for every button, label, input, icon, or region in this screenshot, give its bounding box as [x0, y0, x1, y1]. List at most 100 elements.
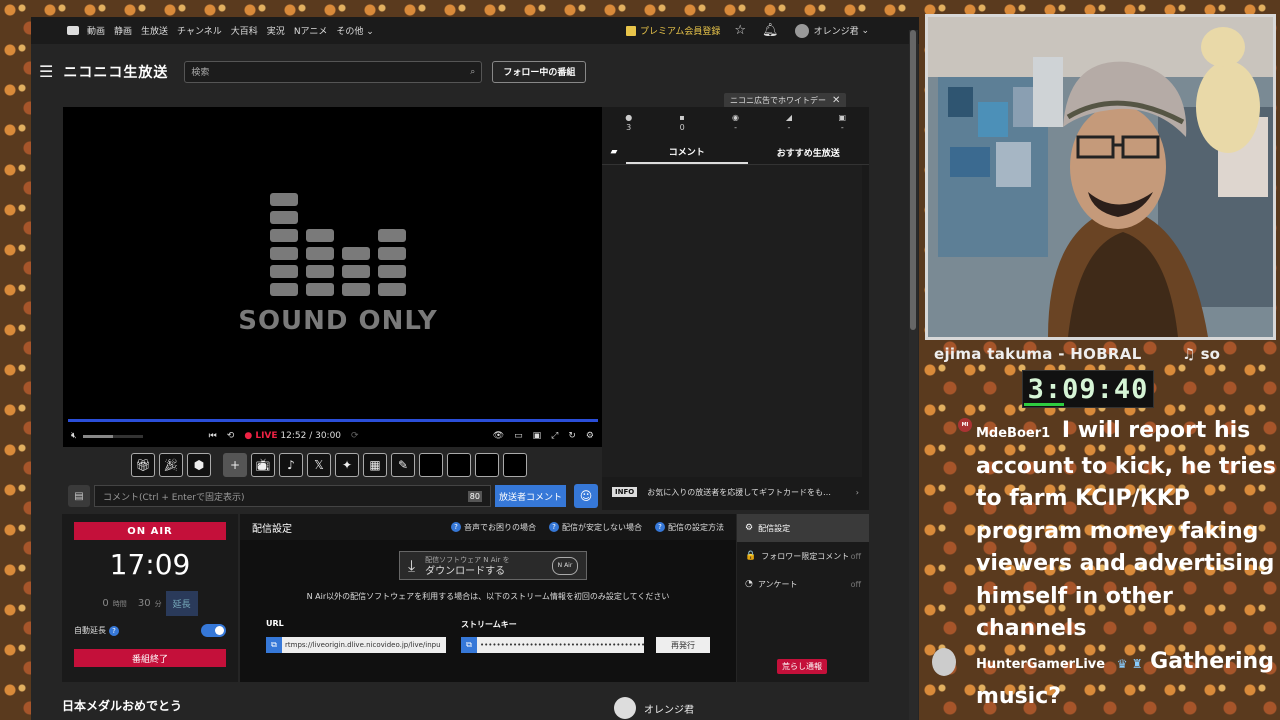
skip-back-icon[interactable]: ⏮︎ [209, 431, 217, 441]
sound-only-text: SOUND ONLY [238, 306, 438, 336]
end-broadcast-button[interactable]: 番組終了 [74, 649, 226, 667]
following-programs-button[interactable]: フォロー中の番組 [492, 60, 587, 83]
reissue-button[interactable]: 再発行 [656, 637, 710, 653]
program-title: 日本メダルおめでとう [62, 699, 183, 713]
nav-live[interactable]: 生放送 [141, 24, 168, 37]
emoji-icon[interactable]: ☺ [574, 484, 598, 508]
chevron-right-icon[interactable]: › [856, 488, 859, 497]
niconico-tv-icon[interactable] [67, 26, 79, 35]
empty-slot[interactable] [475, 453, 499, 477]
nav-other[interactable]: その他 ⌄ [336, 24, 373, 37]
nav-dic[interactable]: 大百科 [231, 24, 258, 37]
guitar-icon[interactable]: ♪ [279, 453, 303, 477]
close-icon[interactable]: ✕ [832, 95, 840, 106]
empty-slot[interactable] [447, 453, 471, 477]
side-menu-follower-comments[interactable]: 🔒 フォロワー限定コメント off [737, 542, 869, 570]
eye-icon[interactable]: 👁︎ [493, 431, 504, 441]
ad-banner[interactable]: ニコニ広告でホワイトデー ✕ [724, 93, 847, 108]
comment-toggle-icon[interactable]: ▭ [514, 431, 523, 441]
char-count: 80 [467, 490, 482, 502]
info-bar[interactable]: INFO お気に入りの放送者を応援してギフトカードをも… › [602, 477, 869, 507]
off-status: off [850, 551, 861, 561]
fullscreen-icon[interactable]: ⤢ [551, 431, 558, 441]
seek-bar[interactable] [68, 419, 598, 422]
help-link-setup[interactable]: ? 配信の設定方法 [652, 522, 724, 533]
help-link-audio[interactable]: ? 音声でお困りの場合 [448, 522, 536, 533]
help-links: ? 音声でお困りの場合 ? 配信が安定しない場合 ? 配信の設定方法 [448, 522, 724, 533]
comment-placeholder: コメント(Ctrl + Enterで固定表示) [103, 492, 245, 503]
building-icon[interactable]: ▦ [363, 453, 387, 477]
off-status: off [850, 579, 861, 589]
side-menu-stream-settings[interactable]: ⚙ 配信設定 [737, 514, 869, 542]
nav-other-label: その他 [336, 27, 364, 37]
hamburger-menu-icon[interactable]: ☰ [39, 62, 53, 81]
theater-icon[interactable]: ▣ [533, 431, 542, 441]
comment-list[interactable] [602, 165, 862, 477]
side-menu-survey[interactable]: ◔ アンケート off [737, 570, 869, 598]
help-icon: ? [549, 522, 559, 532]
volume-slider[interactable] [82, 434, 143, 438]
sparkle-icon[interactable]: ✦ [335, 453, 359, 477]
star-icon[interactable]: ☆ [734, 23, 746, 38]
broadcaster-info[interactable]: オレンジ君 [614, 697, 694, 719]
help-icon[interactable]: ? [109, 625, 119, 636]
add-icon[interactable]: + [223, 453, 247, 477]
copy-icon[interactable]: ⧉ [266, 637, 282, 653]
url-field: ⧉ rtmps://liveorigin.dlive.nicovideo.jp/… [266, 637, 446, 653]
nav-channel[interactable]: チャンネル [177, 24, 222, 37]
page-scrollbar[interactable] [909, 30, 918, 720]
crown-icon: ♛ ♜ [1116, 656, 1143, 671]
box-icon[interactable]: ⬢ [187, 453, 211, 477]
help-link-unstable[interactable]: ? 配信が安定しない場合 [546, 522, 642, 533]
user-menu[interactable]: オレンジ君 ⌄ [794, 23, 869, 38]
party-icon[interactable]: 🎉︎ [159, 453, 183, 477]
report-troll-button[interactable]: 荒らし通報 [777, 659, 827, 674]
tab-recommended[interactable]: おすすめ生放送 [748, 140, 870, 164]
broadcast-clock: 17:09 [109, 548, 191, 581]
playback-time: 12:52 / 30:00 [280, 431, 342, 441]
comment-bar: ▤ コメント(Ctrl + Enterで固定表示) 80 放送者コメント ☺ [68, 484, 598, 508]
stream-key-value[interactable]: ••••••••••••••••••••••••••••••••••••••••… [477, 637, 644, 653]
empty-slot[interactable] [419, 453, 443, 477]
comment-mode-icon[interactable]: ▤ [68, 485, 90, 507]
comment-settings-icon[interactable]: ▰ [602, 140, 626, 164]
extend-button[interactable]: 延長 [165, 591, 198, 616]
scrollbar-thumb[interactable] [910, 30, 916, 330]
nav-seiga[interactable]: 静画 [114, 24, 132, 37]
broadcaster-comment-button[interactable]: 放送者コメント [494, 485, 566, 507]
premium-link[interactable]: プレミアム会員登録 [626, 24, 720, 37]
search-input[interactable]: 検索 ⌕ [184, 60, 483, 83]
empty-slot[interactable] [503, 453, 527, 477]
gear-icon[interactable]: ⚙ [586, 431, 594, 441]
search-placeholder: 検索 [191, 68, 210, 78]
player-right-controls: 👁︎ ▭ ▣ ⤢ ↻ ⚙ [493, 431, 594, 441]
bell-icon[interactable]: 🔔︎ [762, 23, 779, 38]
comment-input[interactable]: コメント(Ctrl + Enterで固定表示) 80 [94, 485, 491, 507]
mute-icon[interactable]: 🔇︎ [71, 431, 77, 441]
nair-download-button[interactable]: ⤓ 配信ソフトウェア N Air をダウンロードする N Air [399, 551, 587, 580]
viewers-count: 3 [626, 123, 632, 132]
person-icon: ● [625, 113, 633, 122]
tv-icon[interactable]: 📺︎ [251, 453, 275, 477]
url-value[interactable]: rtmps://liveorigin.dlive.nicovideo.jp/li… [282, 637, 446, 653]
tab-comments[interactable]: コメント [626, 140, 748, 164]
nav-douga[interactable]: 動画 [87, 24, 105, 37]
x-logo-icon[interactable]: 𝕏 [307, 453, 331, 477]
forward-icon[interactable]: ⟳ [351, 431, 359, 441]
auto-extend-toggle[interactable] [201, 624, 226, 637]
gear-icon: ⚙ [745, 523, 754, 533]
video-player[interactable]: SOUND ONLY 🔇︎ ⏮︎ ⟲ ● LIVE 12:52 / 30:00 … [63, 107, 602, 447]
reload-icon[interactable]: ↻ [568, 431, 576, 441]
nav-jikkyo[interactable]: 実況 [267, 24, 285, 37]
minutes-value[interactable]: 30 [138, 598, 151, 609]
nav-anime[interactable]: Nアニメ [294, 24, 328, 37]
copy-icon[interactable]: ⧉ [461, 637, 477, 653]
edit-icon[interactable]: ✎ [391, 453, 415, 477]
emote-count: - [787, 123, 791, 132]
rewind-icon[interactable]: ⟲ [227, 431, 235, 441]
site-logo[interactable]: ニコニコ生放送 [63, 62, 168, 82]
gift-icon[interactable]: 🎁︎ [131, 453, 155, 477]
search-icon[interactable]: ⌕ [470, 67, 475, 77]
hours-value[interactable]: 0 [102, 598, 108, 609]
live-indicator[interactable]: ● LIVE 12:52 / 30:00 [244, 431, 341, 441]
